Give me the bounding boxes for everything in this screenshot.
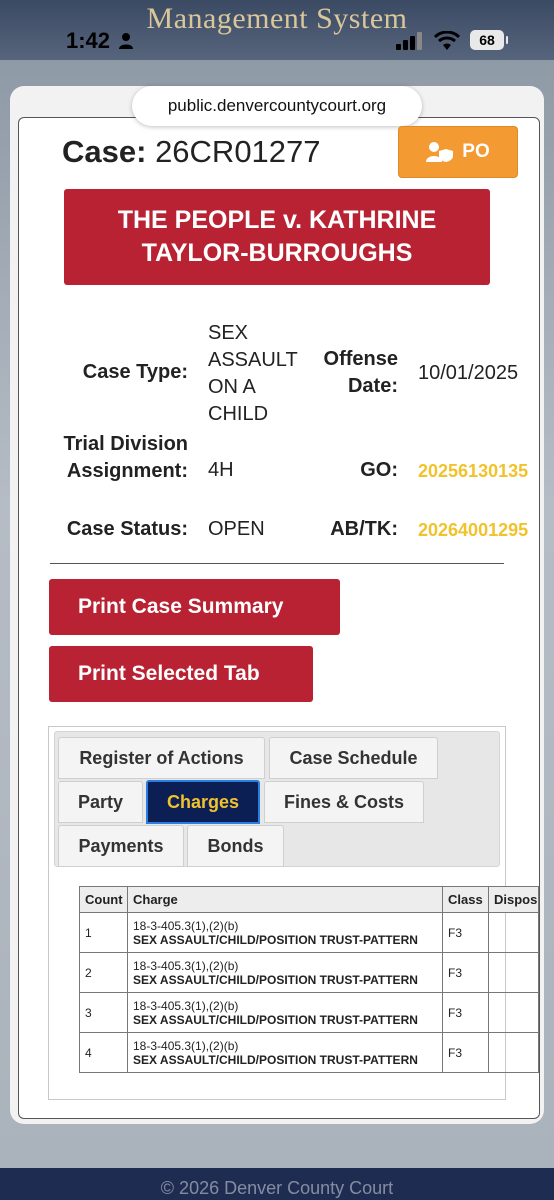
cellular-signal-icon: [396, 32, 422, 50]
charge-description: SEX ASSAULT/CHILD/POSITION TRUST-PATTERN: [133, 932, 418, 947]
tab-payments[interactable]: Payments: [58, 825, 184, 867]
charge-class: F3: [442, 952, 489, 993]
charge-statute: 18-3-405.3(1),(2)(b): [133, 1038, 239, 1053]
case-parties-title: THE PEOPLE v. KATHRINE TAYLOR-BURROUGHS: [117, 206, 437, 267]
charge-class: F3: [442, 1032, 489, 1073]
print-selected-tab-button[interactable]: Print Selected Tab: [49, 646, 313, 702]
user-shield-icon: [426, 142, 454, 162]
charge-description: SEX ASSAULT/CHILD/POSITION TRUST-PATTERN: [133, 972, 418, 987]
charges-table: Count Charge Class Disposition 1 18-3-40…: [79, 886, 539, 1073]
trial-division-label: Trial Division Assignment:: [63, 433, 188, 482]
charge-count: 1: [79, 912, 128, 953]
charge-cell: 18-3-405.3(1),(2)(b) SEX ASSAULT/CHILD/P…: [127, 952, 443, 993]
charge-count: 4: [79, 1032, 128, 1073]
charge-cell: 18-3-405.3(1),(2)(b) SEX ASSAULT/CHILD/P…: [127, 912, 443, 953]
charge-statute: 18-3-405.3(1),(2)(b): [133, 958, 239, 973]
person-icon: [119, 33, 133, 49]
case-title: Case: 26CR01277: [62, 134, 321, 170]
tab-fines-costs[interactable]: Fines & Costs: [264, 781, 424, 823]
section-divider: [50, 563, 504, 564]
charge-class: F3: [442, 992, 489, 1033]
column-header-class: Class: [442, 886, 489, 913]
case-label: Case:: [62, 134, 147, 169]
background-footer-text: © 2026 Denver County Court: [160, 1178, 394, 1198]
case-status-value: OPEN: [208, 518, 265, 540]
abtk-label: AB/TK:: [330, 518, 398, 540]
abtk-value[interactable]: 20264001295: [418, 520, 536, 541]
charge-disposition: [488, 912, 539, 953]
case-parties-banner: THE PEOPLE v. KATHRINE TAYLOR-BURROUGHS: [64, 189, 490, 285]
go-value[interactable]: 20256130135: [418, 461, 536, 482]
charge-cell: 18-3-405.3(1),(2)(b) SEX ASSAULT/CHILD/P…: [127, 1032, 443, 1073]
tab-party[interactable]: Party: [58, 781, 143, 823]
tab-charges[interactable]: Charges: [146, 780, 260, 824]
status-time: 1:42: [66, 28, 111, 53]
charge-cell: 18-3-405.3(1),(2)(b) SEX ASSAULT/CHILD/P…: [127, 992, 443, 1033]
tab-case-schedule[interactable]: Case Schedule: [269, 737, 438, 779]
table-header-row: Count Charge Class Disposition: [79, 886, 539, 913]
charge-disposition: [488, 952, 539, 993]
url-bar[interactable]: public.denvercountycourt.org: [132, 86, 422, 126]
case-type-label: Case Type:: [82, 361, 188, 383]
table-row: 1 18-3-405.3(1),(2)(b) SEX ASSAULT/CHILD…: [79, 912, 539, 953]
column-header-charge: Charge: [127, 886, 443, 913]
charge-disposition: [488, 992, 539, 1033]
charge-statute: 18-3-405.3(1),(2)(b): [133, 998, 239, 1013]
offense-date-value: 10/01/2025: [418, 362, 519, 384]
charge-statute: 18-3-405.3(1),(2)(b): [133, 918, 239, 933]
wifi-icon: [434, 31, 460, 50]
trial-division-value: 4H: [208, 459, 234, 481]
po-label: PO: [462, 141, 490, 162]
column-header-disposition: Disposition: [488, 886, 539, 913]
print-case-summary-button[interactable]: Print Case Summary: [49, 579, 340, 635]
charge-description: SEX ASSAULT/CHILD/POSITION TRUST-PATTERN: [133, 1052, 418, 1067]
battery-indicator: 68: [470, 30, 508, 50]
table-row: 4 18-3-405.3(1),(2)(b) SEX ASSAULT/CHILD…: [79, 1032, 539, 1073]
charge-disposition: [488, 1032, 539, 1073]
case-status-label: Case Status:: [66, 518, 188, 540]
status-bar: 1:42 68: [0, 24, 554, 64]
charge-description: SEX ASSAULT/CHILD/POSITION TRUST-PATTERN: [133, 1012, 418, 1027]
case-number: 26CR01277: [155, 134, 321, 169]
charge-count: 2: [79, 952, 128, 993]
offense-date-label: Offense Date:: [323, 348, 398, 397]
charge-count: 3: [79, 992, 128, 1033]
charge-class: F3: [442, 912, 489, 953]
case-type-value: SEX ASSAULT ON A CHILD: [208, 322, 298, 425]
tab-register-of-actions[interactable]: Register of Actions: [58, 737, 265, 779]
go-label: GO:: [360, 459, 398, 481]
po-button[interactable]: PO: [398, 126, 518, 178]
column-header-count: Count: [79, 886, 128, 913]
tab-bonds[interactable]: Bonds: [187, 825, 284, 867]
table-row: 3 18-3-405.3(1),(2)(b) SEX ASSAULT/CHILD…: [79, 992, 539, 1033]
table-row: 2 18-3-405.3(1),(2)(b) SEX ASSAULT/CHILD…: [79, 952, 539, 993]
